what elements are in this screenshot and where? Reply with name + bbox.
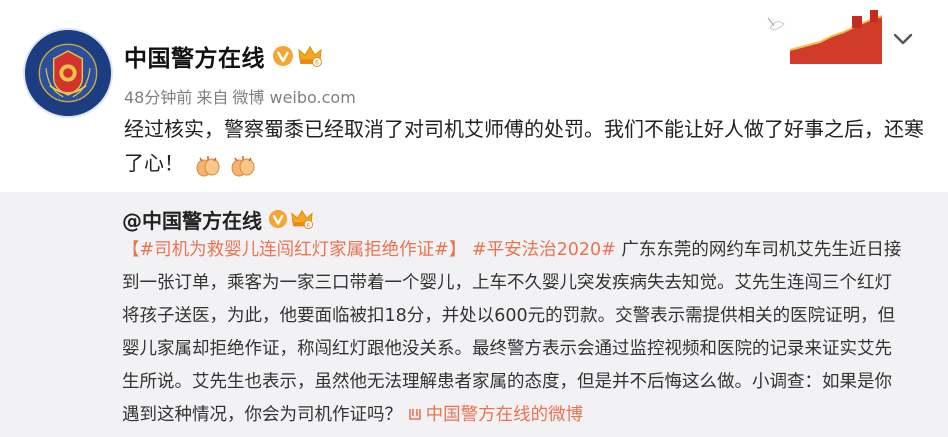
post-meta: 48分钟前 来自 微博 weibo.com: [124, 84, 356, 108]
police-emblem-icon: [25, 30, 111, 116]
from-label: 来自: [196, 88, 229, 107]
chevron-down-icon[interactable]: [891, 30, 915, 48]
repost-author-row: @中国警方在线 6: [122, 204, 314, 234]
weibo-source-link-label[interactable]: 中国警方在线的微博: [426, 405, 584, 425]
repost-text: 广东东莞的网约车司机艾先生近日接到一张订单，乘客为一家三口带着一个婴儿，上车不久…: [122, 240, 902, 425]
topic-tag-link[interactable]: 【#司机为救婴儿连闯红灯家属拒绝作证#】: [122, 240, 466, 260]
clapping-hands-emoji: [196, 156, 220, 177]
topic-tag-link[interactable]: #平安法治2020#: [472, 240, 616, 260]
emoji-pair: [194, 148, 256, 182]
repost-body: 【#司机为救婴儿连闯红灯家属拒绝作证#】 #平安法治2020# 广东东莞的网约车…: [122, 234, 904, 432]
post-body: 经过核实，警察蜀黍已经取消了对司机艾师傅的处罚。我们不能让好人做了好事之后，还寒…: [124, 112, 924, 182]
svg-text:6: 6: [307, 223, 311, 229]
avatar[interactable]: [23, 28, 113, 118]
verified-v-icon: [268, 209, 288, 229]
weibo-post-card: 中国警方在线 6 48分钟前 来自 微博 weibo.com 经过核实，警察蜀黍…: [0, 0, 948, 437]
post-source[interactable]: 微博 weibo.com: [232, 84, 355, 108]
svg-text:6: 6: [315, 60, 319, 67]
repost-author-name[interactable]: @中国警方在线: [122, 205, 262, 234]
reposted-weibo[interactable]: @中国警方在线 6 【#司机为救婴儿连闯红灯家属拒绝作证#】 #平安法治2020…: [0, 192, 948, 437]
crown-member-icon[interactable]: 6: [297, 44, 323, 68]
clapping-hands-emoji: [231, 156, 255, 177]
author-row: 中国警方在线 6: [124, 40, 323, 72]
weibo-source-link[interactable]: 中国警方在线的微博: [408, 405, 584, 425]
weibo-link-icon: [408, 409, 421, 420]
author-name[interactable]: 中国警方在线: [124, 39, 265, 73]
crown-member-icon[interactable]: 6: [290, 208, 314, 230]
post-time[interactable]: 48分钟前: [124, 84, 192, 108]
great-wall-decoration-icon: [767, 10, 882, 64]
verified-v-icon: [273, 46, 293, 66]
